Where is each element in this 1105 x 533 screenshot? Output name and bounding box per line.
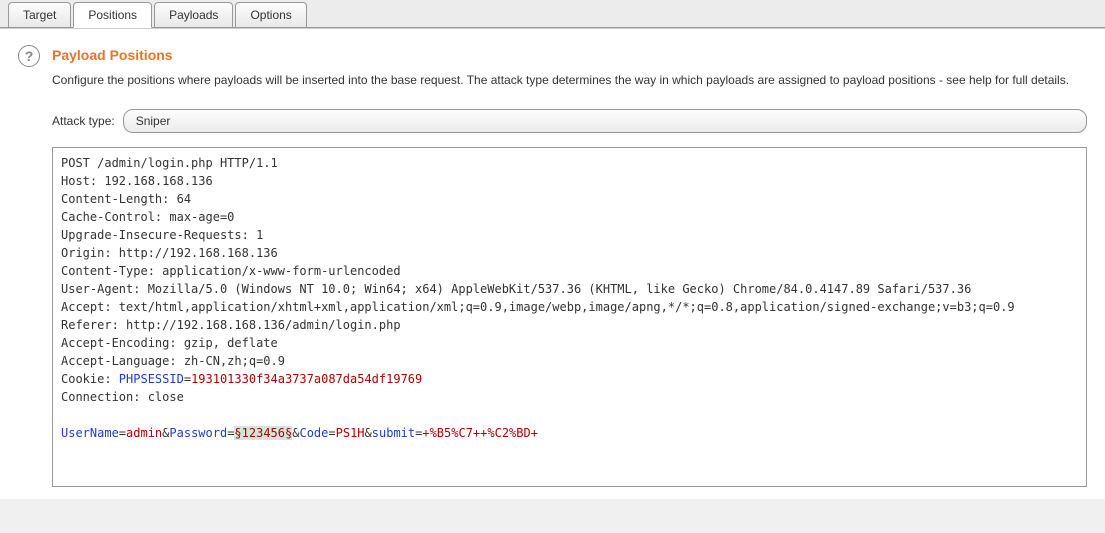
cookie-value: 193101330f34a3737a087da54df19769 bbox=[191, 372, 422, 386]
request-line: Cache-Control: max-age=0 bbox=[61, 210, 234, 224]
param-value: +%B5%C7++%C2%BD+ bbox=[422, 426, 538, 440]
request-line: Host: 192.168.168.136 bbox=[61, 174, 213, 188]
attack-type-select[interactable]: Sniper bbox=[123, 109, 1087, 133]
request-line: Accept-Language: zh-CN,zh;q=0.9 bbox=[61, 354, 285, 368]
param-name: Code bbox=[299, 426, 328, 440]
request-line: Accept-Encoding: gzip, deflate bbox=[61, 336, 278, 350]
request-line: Upgrade-Insecure-Requests: 1 bbox=[61, 228, 263, 242]
tab-positions[interactable]: Positions bbox=[73, 2, 152, 28]
attack-type-label: Attack type: bbox=[52, 114, 115, 128]
eq: = bbox=[119, 426, 126, 440]
request-line: Content-Type: application/x-www-form-url… bbox=[61, 264, 401, 278]
tab-options[interactable]: Options bbox=[235, 2, 306, 27]
tab-payloads[interactable]: Payloads bbox=[154, 2, 233, 27]
tab-positions-label: Positions bbox=[88, 8, 137, 22]
help-icon[interactable]: ? bbox=[18, 45, 40, 67]
content-panel: ? Payload Positions Configure the positi… bbox=[0, 28, 1105, 499]
payload-marker: § bbox=[234, 426, 241, 440]
page-description: Configure the positions where payloads w… bbox=[52, 71, 1087, 89]
eq: = bbox=[328, 426, 335, 440]
request-line: Origin: http://192.168.168.136 bbox=[61, 246, 278, 260]
request-editor[interactable]: POST /admin/login.php HTTP/1.1 Host: 192… bbox=[52, 147, 1087, 487]
amp: & bbox=[365, 426, 372, 440]
request-line: Connection: close bbox=[61, 390, 184, 404]
tab-target[interactable]: Target bbox=[8, 2, 71, 27]
param-value: PS1H bbox=[336, 426, 365, 440]
request-line: Accept: text/html,application/xhtml+xml,… bbox=[61, 300, 1015, 314]
tab-payloads-label: Payloads bbox=[169, 8, 218, 22]
request-line: User-Agent: Mozilla/5.0 (Windows NT 10.0… bbox=[61, 282, 971, 296]
eq: = bbox=[184, 372, 191, 386]
param-name: Password bbox=[169, 426, 227, 440]
param-value: admin bbox=[126, 426, 162, 440]
request-line: Referer: http://192.168.168.136/admin/lo… bbox=[61, 318, 401, 332]
cookie-key: PHPSESSID bbox=[119, 372, 184, 386]
attack-type-value: Sniper bbox=[136, 114, 171, 128]
payload-value: 123456 bbox=[242, 426, 285, 440]
param-name: UserName bbox=[61, 426, 119, 440]
tab-bar: Target Positions Payloads Options bbox=[0, 0, 1105, 28]
param-name: submit bbox=[372, 426, 415, 440]
request-line: Content-Length: 64 bbox=[61, 192, 191, 206]
cookie-label: Cookie: bbox=[61, 372, 119, 386]
page-title: Payload Positions bbox=[52, 47, 1087, 63]
tab-target-label: Target bbox=[23, 8, 56, 22]
tab-options-label: Options bbox=[250, 8, 291, 22]
request-line: POST /admin/login.php HTTP/1.1 bbox=[61, 156, 278, 170]
